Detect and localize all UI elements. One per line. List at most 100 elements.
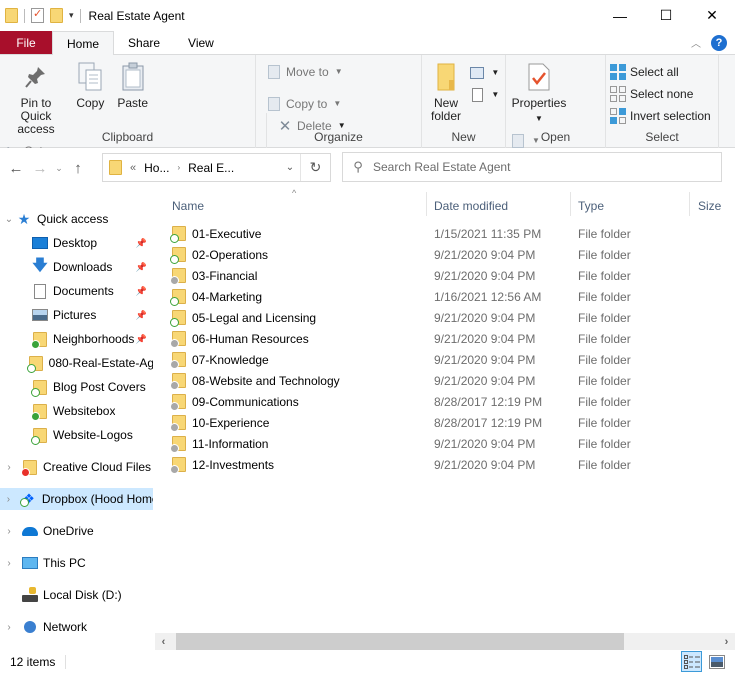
- pin-to-quick-access-button[interactable]: Pin to Quick access: [4, 59, 68, 138]
- nav-root-item[interactable]: › This PC: [0, 552, 153, 574]
- breadcrumb-overflow[interactable]: «: [130, 162, 136, 174]
- sync-status-icon: [31, 339, 40, 349]
- chevron-right-icon[interactable]: ›: [2, 526, 16, 537]
- nav-root-item[interactable]: › OneDrive: [0, 520, 153, 542]
- tab-share[interactable]: Share: [114, 31, 174, 54]
- new-folder-icon[interactable]: [50, 8, 63, 23]
- file-type: File folder: [578, 289, 631, 304]
- move-to-button[interactable]: Move to ▼: [266, 62, 343, 81]
- tab-view[interactable]: View: [174, 31, 228, 54]
- scroll-right-button[interactable]: ›: [718, 633, 735, 650]
- maximize-button[interactable]: ☐: [643, 0, 689, 31]
- invert-selection-button[interactable]: Invert selection: [610, 106, 711, 125]
- pin-icon[interactable]: 📌: [136, 310, 147, 321]
- properties-icon[interactable]: [31, 7, 44, 23]
- large-icons-view-button[interactable]: [706, 651, 727, 672]
- chevron-right-icon[interactable]: ›: [2, 462, 16, 473]
- file-row[interactable]: 05-Legal and Licensing 9/21/2020 9:04 PM F…: [155, 307, 735, 328]
- new-folder-button[interactable]: New folder: [426, 59, 466, 125]
- chevron-right-icon[interactable]: ›: [177, 163, 180, 172]
- breadcrumb-real-estate-agent[interactable]: Real E...: [188, 161, 234, 175]
- file-row[interactable]: 08-Website and Technology 9/21/2020 9:04 …: [155, 370, 735, 391]
- details-view-button[interactable]: [681, 651, 702, 672]
- column-header-size[interactable]: Size: [698, 196, 735, 216]
- easy-access-button[interactable]: ▼: [469, 85, 499, 104]
- file-type: File folder: [578, 226, 631, 241]
- nav-quick-item[interactable]: Websitebox: [0, 400, 153, 422]
- select-none-button[interactable]: Select none: [610, 84, 711, 103]
- nav-root-item[interactable]: › Creative Cloud Files: [0, 456, 153, 478]
- forward-button[interactable]: →: [28, 160, 52, 177]
- nav-label: This PC: [43, 556, 86, 570]
- file-row[interactable]: 11-Information 9/21/2020 9:04 PM File fold…: [155, 433, 735, 454]
- file-row[interactable]: 01-Executive 1/15/2021 11:35 PM File folde…: [155, 223, 735, 244]
- paste-button[interactable]: Paste: [113, 59, 153, 112]
- refresh-button[interactable]: ↻: [300, 154, 330, 181]
- nav-root-item[interactable]: › Network: [0, 616, 153, 638]
- horizontal-scrollbar[interactable]: ‹ ›: [155, 633, 735, 650]
- properties-button[interactable]: Properties ▼: [510, 59, 568, 127]
- column-divider[interactable]: [689, 192, 690, 216]
- nav-quick-item[interactable]: 🡇 Downloads 📌: [0, 256, 153, 278]
- column-header-type[interactable]: Type: [578, 196, 688, 216]
- nav-label: Network: [43, 620, 88, 634]
- column-divider[interactable]: [570, 192, 571, 216]
- file-row[interactable]: 10-Experience 8/28/2017 12:19 PM File fold…: [155, 412, 735, 433]
- nav-quick-item[interactable]: Website-Logos: [0, 424, 153, 446]
- recent-locations-dropdown[interactable]: ⌄: [52, 163, 66, 174]
- collapse-ribbon-icon[interactable]: ︿: [691, 35, 701, 50]
- file-row[interactable]: 07-Knowledge 9/21/2020 9:04 PM File folder: [155, 349, 735, 370]
- chevron-right-icon[interactable]: ›: [2, 622, 16, 633]
- nav-quick-item[interactable]: Blog Post Covers: [0, 376, 153, 398]
- up-button[interactable]: ↑: [66, 160, 90, 177]
- nav-quick-item[interactable]: Neighborhoods 📌: [0, 328, 153, 350]
- scroll-left-button[interactable]: ‹: [155, 633, 172, 650]
- file-row[interactable]: 02-Operations 9/21/2020 9:04 PM File folde…: [155, 244, 735, 265]
- nav-quick-item[interactable]: 080-Real-Estate-Agent: [0, 352, 153, 374]
- breadcrumb-home[interactable]: Ho...: [144, 161, 169, 175]
- column-divider[interactable]: [426, 192, 427, 216]
- pin-icon[interactable]: 📌: [136, 262, 147, 273]
- search-input[interactable]: [373, 160, 721, 174]
- minimize-button[interactable]: —: [597, 0, 643, 31]
- nav-root-item[interactable]: › ❖ Dropbox (Hood Home): [0, 488, 153, 510]
- pin-icon[interactable]: 📌: [136, 334, 147, 345]
- select-group: Select all Select none Invert selection …: [606, 55, 719, 148]
- chevron-right-icon[interactable]: ›: [2, 558, 16, 569]
- new-group-label: New: [451, 130, 476, 144]
- tab-home[interactable]: Home: [52, 31, 115, 55]
- nav-quick-item[interactable]: Desktop 📌: [0, 232, 153, 254]
- new-item-button[interactable]: ▼: [469, 63, 499, 82]
- address-dropdown-button[interactable]: ⌄: [280, 162, 300, 173]
- select-all-button[interactable]: Select all: [610, 62, 711, 81]
- open-group: Properties ▼ ▼ Open: [506, 55, 606, 194]
- status-bar: 12 items: [0, 650, 735, 673]
- nav-quick-item[interactable]: Pictures 📌: [0, 304, 153, 326]
- customize-toolbar-dropdown-icon[interactable]: ▾: [69, 10, 74, 21]
- new-folder-icon: [430, 61, 462, 93]
- copy-button[interactable]: Copy: [71, 59, 109, 112]
- chevron-down-icon[interactable]: ⌄: [2, 214, 16, 225]
- file-row[interactable]: 06-Human Resources 9/21/2020 9:04 PM File …: [155, 328, 735, 349]
- nav-quick-item[interactable]: Documents 📌: [0, 280, 153, 302]
- help-icon[interactable]: ?: [711, 34, 727, 51]
- pin-icon[interactable]: 📌: [136, 286, 147, 297]
- scrollbar-thumb[interactable]: [176, 633, 624, 650]
- search-box[interactable]: ⚲: [342, 152, 722, 182]
- copy-to-button[interactable]: Copy to ▼: [266, 94, 343, 113]
- nav-root-item[interactable]: ›Local Disk (D:): [0, 584, 153, 606]
- tab-file[interactable]: File: [0, 31, 52, 54]
- back-button[interactable]: ←: [4, 160, 28, 177]
- file-row[interactable]: 09-Communications 8/28/2017 12:19 PM File …: [155, 391, 735, 412]
- pin-icon[interactable]: 📌: [136, 238, 147, 249]
- file-row[interactable]: 04-Marketing 1/16/2021 12:56 AM File folde…: [155, 286, 735, 307]
- close-button[interactable]: ✕: [689, 0, 735, 31]
- column-header-name[interactable]: Name: [172, 196, 427, 216]
- chevron-right-icon[interactable]: ›: [2, 494, 15, 505]
- nav-quick-access[interactable]: ⌄ ★ Quick access: [0, 208, 153, 230]
- file-row[interactable]: 03-Financial 9/21/2020 9:04 PM File folder: [155, 265, 735, 286]
- quick-access-toolbar: ▾: [0, 7, 81, 23]
- address-bar[interactable]: « Ho... › Real E... ⌄ ↻: [102, 153, 331, 182]
- file-row[interactable]: 12-Investments 9/21/2020 9:04 PM File fold…: [155, 454, 735, 475]
- column-header-date-modified[interactable]: Date modified: [434, 196, 570, 216]
